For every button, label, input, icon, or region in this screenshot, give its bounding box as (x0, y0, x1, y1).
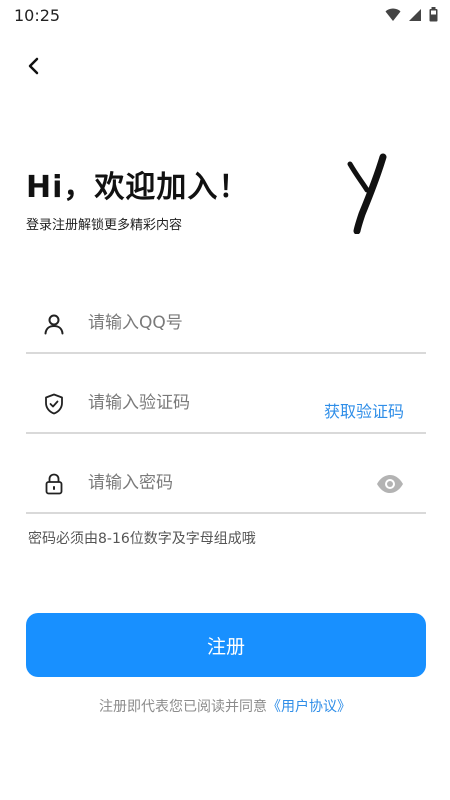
get-code-button[interactable]: 获取验证码 (324, 398, 404, 422)
brand-logo (347, 153, 387, 234)
chevron-left-icon (28, 57, 39, 75)
battery-icon (429, 7, 438, 22)
qq-input[interactable] (86, 304, 320, 342)
qq-field[interactable] (26, 296, 426, 354)
wifi-icon (385, 8, 401, 21)
register-button[interactable]: 注册 (26, 613, 426, 677)
user-icon (44, 314, 64, 335)
agreement-prefix: 注册即代表您已阅读并同意 (99, 699, 267, 715)
verification-code-input[interactable] (86, 384, 320, 422)
shield-icon (45, 393, 63, 415)
welcome-subtitle: 登录注册解锁更多精彩内容 (26, 218, 183, 233)
signal-icon (409, 8, 421, 21)
status-time: 10:25 (14, 6, 61, 25)
eye-icon[interactable] (376, 474, 404, 494)
status-bar: 10:25 (0, 0, 450, 32)
password-hint: 密码必须由8-16位数字及字母组成哦 (28, 531, 256, 547)
verification-code-field[interactable]: 获取验证码 (26, 376, 426, 434)
lock-icon (45, 473, 63, 495)
user-agreement-link[interactable]: 《用户协议》 (267, 699, 351, 715)
welcome-title: Hi，欢迎加入！ (26, 170, 250, 205)
agreement-text: 注册即代表您已阅读并同意《用户协议》 (0, 696, 450, 716)
password-input[interactable] (86, 464, 320, 502)
back-button[interactable] (18, 50, 50, 82)
status-icons (385, 7, 438, 22)
password-field[interactable] (26, 456, 426, 514)
